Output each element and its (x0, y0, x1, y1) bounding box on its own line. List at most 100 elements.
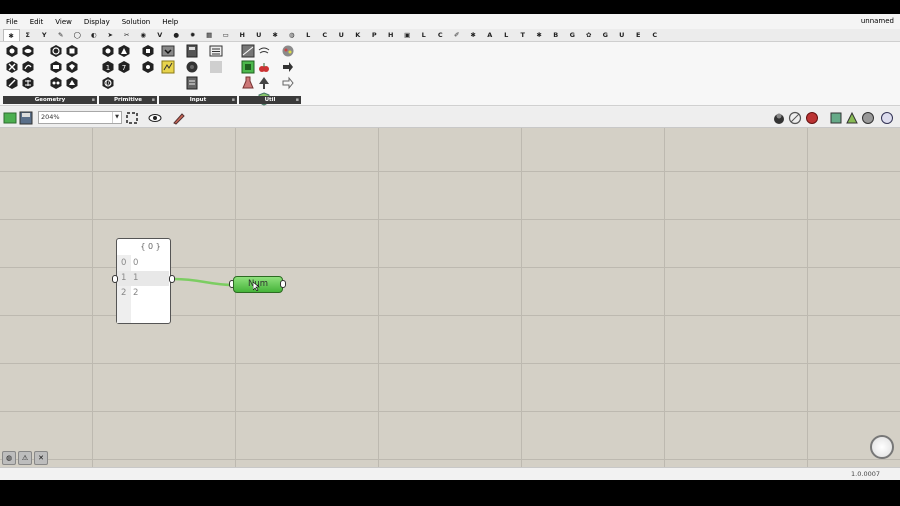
hex-vector-icon[interactable] (21, 44, 35, 58)
hex-complex-icon[interactable] (141, 60, 155, 74)
number-slider-icon[interactable] (161, 60, 175, 74)
zoom-field[interactable]: 204% ▼ (38, 111, 122, 124)
definition-canvas[interactable]: { 0 } 00 11 22 Num ◍ ⚠ ✕ (0, 128, 900, 467)
category-tab[interactable]: L (416, 29, 433, 41)
category-tab[interactable]: C (647, 29, 664, 41)
category-tab[interactable]: ◉ (135, 29, 152, 41)
menu-help[interactable]: Help (156, 18, 184, 26)
graph-mapper-icon[interactable] (241, 44, 255, 58)
gradient-icon[interactable] (209, 60, 223, 74)
galapagos-icon[interactable] (281, 44, 295, 58)
hex-text-icon[interactable]: 10 (101, 76, 115, 90)
menu-solution[interactable]: Solution (116, 18, 157, 26)
preview-selected-icon[interactable] (805, 110, 819, 124)
panel-component[interactable]: { 0 } 00 11 22 (116, 238, 171, 324)
category-tab[interactable]: L (300, 29, 317, 41)
category-tab[interactable]: ✹ (185, 29, 202, 41)
swirl-icon[interactable] (257, 44, 271, 58)
category-tab[interactable]: ◍ (284, 29, 301, 41)
hex-boolean-icon[interactable] (101, 44, 115, 58)
hex-line-icon[interactable] (5, 76, 19, 90)
value-list-icon[interactable] (209, 44, 223, 58)
tree-icon[interactable] (257, 76, 271, 90)
category-tab[interactable]: ✂ (119, 29, 136, 41)
fruit-icon[interactable] (257, 60, 271, 74)
preview-shaded-icon[interactable] (772, 110, 786, 124)
hex-box-icon[interactable] (65, 44, 79, 58)
category-tab[interactable]: ✱ (465, 29, 482, 41)
category-tab[interactable]: G (564, 29, 581, 41)
category-tab[interactable]: H (234, 29, 251, 41)
hex-circle-icon[interactable] (49, 44, 63, 58)
sphere-preview-icon[interactable] (880, 110, 894, 124)
menu-edit[interactable]: Edit (24, 18, 50, 26)
hex-point-icon[interactable] (5, 44, 19, 58)
panel-input-grip[interactable] (112, 275, 118, 283)
chevron-down-icon[interactable]: ▼ (112, 112, 121, 123)
hex-surface-icon[interactable] (49, 60, 63, 74)
category-tab[interactable]: A (482, 29, 499, 41)
preview-wire-icon[interactable] (788, 110, 802, 125)
hex-integer-icon[interactable] (117, 44, 131, 58)
hex-geometry-icon[interactable] (65, 76, 79, 90)
category-tab[interactable]: L (498, 29, 515, 41)
category-tab[interactable]: H (383, 29, 400, 41)
preview-eye-icon[interactable] (148, 110, 162, 124)
category-tab[interactable]: T (515, 29, 532, 41)
hex-plane-icon[interactable] (5, 60, 19, 74)
category-tab[interactable]: U (614, 29, 631, 41)
category-tab[interactable]: Y (36, 29, 53, 41)
num-output-grip[interactable] (280, 280, 286, 288)
category-tab[interactable]: ✿ (581, 29, 598, 41)
category-tab[interactable]: G (597, 29, 614, 41)
category-tab[interactable]: ◯ (69, 29, 86, 41)
category-tab[interactable]: ▭ (218, 29, 235, 41)
category-tab[interactable]: V (152, 29, 169, 41)
close-widget-button[interactable]: ✕ (34, 451, 48, 465)
button-icon[interactable] (185, 44, 199, 58)
category-tab[interactable]: Σ (20, 29, 37, 41)
arrow-outline-icon[interactable] (281, 76, 295, 90)
display-mode-icon[interactable] (829, 110, 843, 124)
save-file-icon[interactable] (19, 110, 33, 125)
category-tab[interactable]: ✱ (3, 29, 20, 41)
category-tab[interactable]: ▦ (201, 29, 218, 41)
menu-display[interactable]: Display (78, 18, 116, 26)
category-tab[interactable]: ● (168, 29, 185, 41)
hex-mesh-icon[interactable] (21, 76, 35, 90)
warning-toggle-button[interactable]: ⚠ (18, 451, 32, 465)
category-tab[interactable]: U (251, 29, 268, 41)
category-tab[interactable]: ✱ (531, 29, 548, 41)
hex-brep-icon[interactable] (65, 60, 79, 74)
zoom-extents-icon[interactable] (125, 110, 139, 124)
hex-colour-icon[interactable] (141, 44, 155, 58)
arrow-right-icon[interactable] (281, 60, 295, 74)
navigation-compass-icon[interactable] (870, 435, 894, 459)
category-tab[interactable]: ▣ (399, 29, 416, 41)
hex-field-icon[interactable] (49, 76, 63, 90)
display-mode-2-icon[interactable] (845, 110, 859, 124)
hex-curve-icon[interactable] (21, 60, 35, 74)
category-tab[interactable]: C (432, 29, 449, 41)
hex-number-icon[interactable]: 1 (101, 60, 115, 74)
widget-toggle-button[interactable]: ◍ (2, 451, 16, 465)
category-tab[interactable]: C (317, 29, 334, 41)
category-tab[interactable]: ✱ (267, 29, 284, 41)
category-tab[interactable]: E (630, 29, 647, 41)
hex-seven-icon[interactable]: 7 (117, 60, 131, 74)
menu-file[interactable]: File (0, 18, 24, 26)
sketch-pen-icon[interactable] (172, 110, 186, 125)
panel-icon[interactable] (185, 76, 199, 90)
category-tab[interactable]: ➤ (102, 29, 119, 41)
category-tab[interactable]: P (366, 29, 383, 41)
category-tab[interactable]: ✎ (53, 29, 70, 41)
display-mode-3-icon[interactable] (861, 110, 875, 124)
cluster-icon[interactable] (241, 60, 255, 74)
category-tab[interactable]: ✐ (449, 29, 466, 41)
menu-view[interactable]: View (49, 18, 78, 26)
boolean-toggle-icon[interactable] (161, 44, 175, 58)
category-tab[interactable]: K (350, 29, 367, 41)
open-file-icon[interactable] (3, 110, 17, 124)
panel-output-grip[interactable] (169, 275, 175, 283)
flask-icon[interactable] (241, 76, 255, 90)
